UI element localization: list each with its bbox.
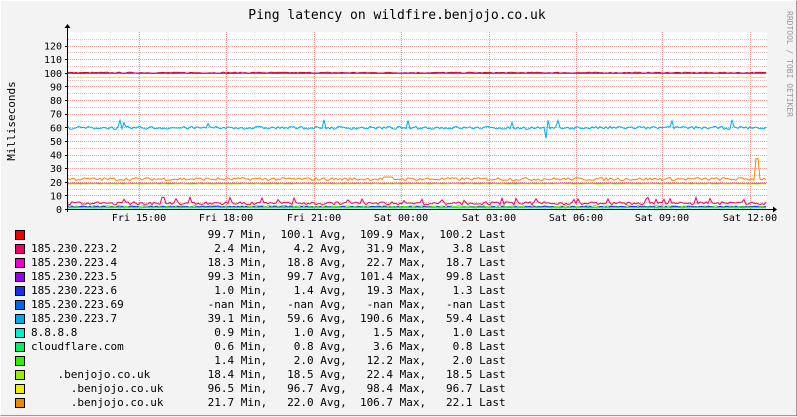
y-tick-label: 120 — [44, 42, 62, 53]
y-axis-label: Milliseconds — [5, 81, 18, 160]
legend-stats: 1.0 Min, 1.4 Avg, 19.3 Max, 1.3 Last — [201, 284, 506, 298]
y-tick-label: 110 — [44, 55, 62, 66]
y-tick-label: 40 — [50, 151, 62, 162]
legend-swatch — [15, 286, 25, 296]
y-axis-arrow — [65, 24, 71, 28]
legend-entry: 185.230.223.6 1.0 Min, 1.4 Avg, 19.3 Max… — [15, 284, 575, 298]
legend-entry: 185.230.223.69 -nan Min, -nan Avg, -nan … — [15, 298, 575, 312]
legend-entry: 185.230.223.2 2.4 Min, 4.2 Avg, 31.9 Max… — [15, 242, 575, 256]
legend-swatch — [15, 356, 25, 366]
legend-stats: 99.7 Min, 100.1 Avg, 109.9 Max, 100.2 La… — [201, 228, 506, 242]
legend: 99.7 Min, 100.1 Avg, 109.9 Max, 100.2 La… — [15, 228, 575, 410]
legend-stats: 18.4 Min, 18.5 Avg, 22.4 Max, 18.5 Last — [201, 368, 506, 382]
legend-label: .benjojo.co.uk — [31, 368, 150, 382]
legend-label: .benjojo.co.uk — [31, 396, 163, 410]
legend-entry: 185.230.223.7 39.1 Min, 59.6 Avg, 190.6 … — [15, 312, 575, 326]
y-tick-label: 20 — [50, 178, 62, 189]
chart-frame: Ping latency on wildfire.benjojo.co.uk R… — [0, 0, 797, 416]
legend-swatch — [15, 300, 25, 310]
plot-area: 0 10 20 30 40 50 60 70 80 90 100 110 120 Fri 15:00 Fri… — [44, 24, 777, 224]
legend-swatch — [15, 328, 25, 338]
legend-stats: 0.9 Min, 1.0 Avg, 1.5 Max, 1.0 Last — [201, 326, 506, 340]
y-tick-label: 0 — [56, 205, 62, 216]
y-tick-label: 90 — [50, 82, 62, 93]
x-axis-arrow — [773, 207, 777, 213]
legend-label: cloudflare.com — [31, 340, 124, 354]
legend-stats: 21.7 Min, 22.0 Avg, 106.7 Max, 22.1 Last — [201, 396, 506, 410]
chart-title: Ping latency on wildfire.benjojo.co.uk — [248, 8, 546, 23]
legend-entry: .benjojo.co.uk 96.5 Min, 96.7 Avg, 98.4 … — [15, 382, 575, 396]
legend-label: 185.230.223.69 — [31, 298, 124, 312]
legend-swatch — [15, 258, 25, 268]
legend-entry: .benjojo.co.uk 21.7 Min, 22.0 Avg, 106.7… — [15, 396, 575, 410]
legend-label: 185.230.223.2 — [31, 242, 117, 256]
legend-stats: 2.4 Min, 4.2 Avg, 31.9 Max, 3.8 Last — [201, 242, 506, 256]
x-tick-label: Fri 15:00 — [112, 213, 166, 224]
x-tick-label: Sat 09:00 — [635, 213, 689, 224]
legend-stats: 1.4 Min, 2.0 Avg, 12.2 Max, 2.0 Last — [201, 354, 506, 368]
watermark: RRDTOOL / TOBI OETIKER — [785, 11, 794, 117]
legend-stats: -nan Min, -nan Avg, -nan Max, -nan Last — [201, 298, 506, 312]
legend-swatch — [15, 342, 25, 352]
x-tick-label: Sat 06:00 — [549, 213, 603, 224]
legend-swatch — [15, 370, 25, 380]
y-tick-label: 70 — [50, 110, 62, 121]
legend-swatch — [15, 384, 25, 394]
x-tick-label: Fri 18:00 — [199, 213, 253, 224]
legend-swatch — [15, 398, 25, 408]
legend-entry: 99.7 Min, 100.1 Avg, 109.9 Max, 100.2 La… — [15, 228, 575, 242]
x-tick-label: Sat 03:00 — [462, 213, 516, 224]
x-tick-label: Fri 21:00 — [287, 213, 341, 224]
legend-swatch — [15, 314, 25, 324]
legend-entry: .benjojo.co.uk 18.4 Min, 18.5 Avg, 22.4 … — [15, 368, 575, 382]
y-tick-label: 80 — [50, 96, 62, 107]
legend-stats: 39.1 Min, 59.6 Avg, 190.6 Max, 59.4 Last — [201, 312, 506, 326]
y-tick-label: 50 — [50, 137, 62, 148]
legend-entry: 8.8.8.8 0.9 Min, 1.0 Avg, 1.5 Max, 1.0 L… — [15, 326, 575, 340]
legend-stats: 99.3 Min, 99.7 Avg, 101.4 Max, 99.8 Last — [201, 270, 506, 284]
legend-stats: 96.5 Min, 96.7 Avg, 98.4 Max, 96.7 Last — [201, 382, 506, 396]
y-tick-label: 100 — [44, 69, 62, 80]
y-tick-label: 60 — [50, 123, 62, 134]
legend-stats: 18.3 Min, 18.8 Avg, 22.7 Max, 18.7 Last — [201, 256, 506, 270]
legend-label: 185.230.223.4 — [31, 256, 117, 270]
legend-label: 8.8.8.8 — [31, 326, 77, 340]
legend-label: 185.230.223.7 — [31, 312, 117, 326]
legend-entry: cloudflare.com 0.6 Min, 0.8 Avg, 3.6 Max… — [15, 340, 575, 354]
legend-entry: 1.4 Min, 2.0 Avg, 12.2 Max, 2.0 Last — [15, 354, 575, 368]
legend-swatch — [15, 244, 25, 254]
legend-label: 185.230.223.5 — [31, 270, 117, 284]
legend-swatch — [15, 230, 25, 240]
legend-entry: 185.230.223.4 18.3 Min, 18.8 Avg, 22.7 M… — [15, 256, 575, 270]
x-tick-label: Sat 12:00 — [723, 213, 777, 224]
legend-label: 185.230.223.6 — [31, 284, 117, 298]
y-tick-label: 30 — [50, 164, 62, 175]
x-tick-label: Sat 00:00 — [374, 213, 428, 224]
legend-label: .benjojo.co.uk — [31, 382, 163, 396]
legend-entry: 185.230.223.5 99.3 Min, 99.7 Avg, 101.4 … — [15, 270, 575, 284]
legend-swatch — [15, 272, 25, 282]
y-tick-label: 10 — [50, 191, 62, 202]
legend-stats: 0.6 Min, 0.8 Avg, 3.6 Max, 0.8 Last — [201, 340, 506, 354]
